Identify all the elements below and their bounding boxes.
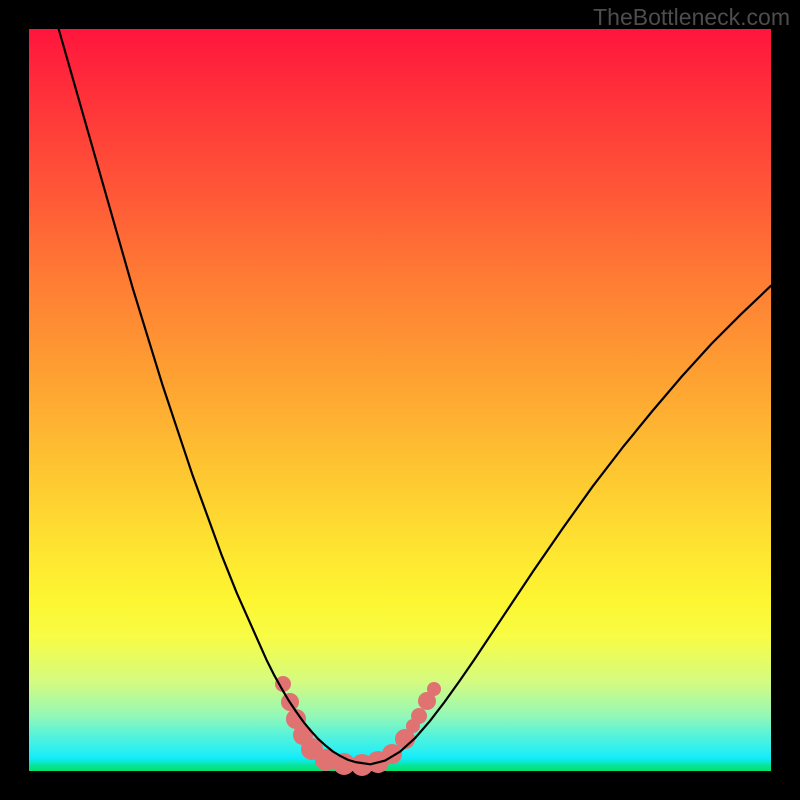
marker-dot — [427, 682, 441, 696]
markers-group — [275, 676, 441, 776]
chart-svg — [29, 29, 771, 771]
marker-dot — [411, 708, 427, 724]
watermark-text: TheBottleneck.com — [593, 4, 790, 31]
main-curve — [59, 29, 771, 764]
plot-area — [29, 29, 771, 771]
chart-frame: TheBottleneck.com — [0, 0, 800, 800]
